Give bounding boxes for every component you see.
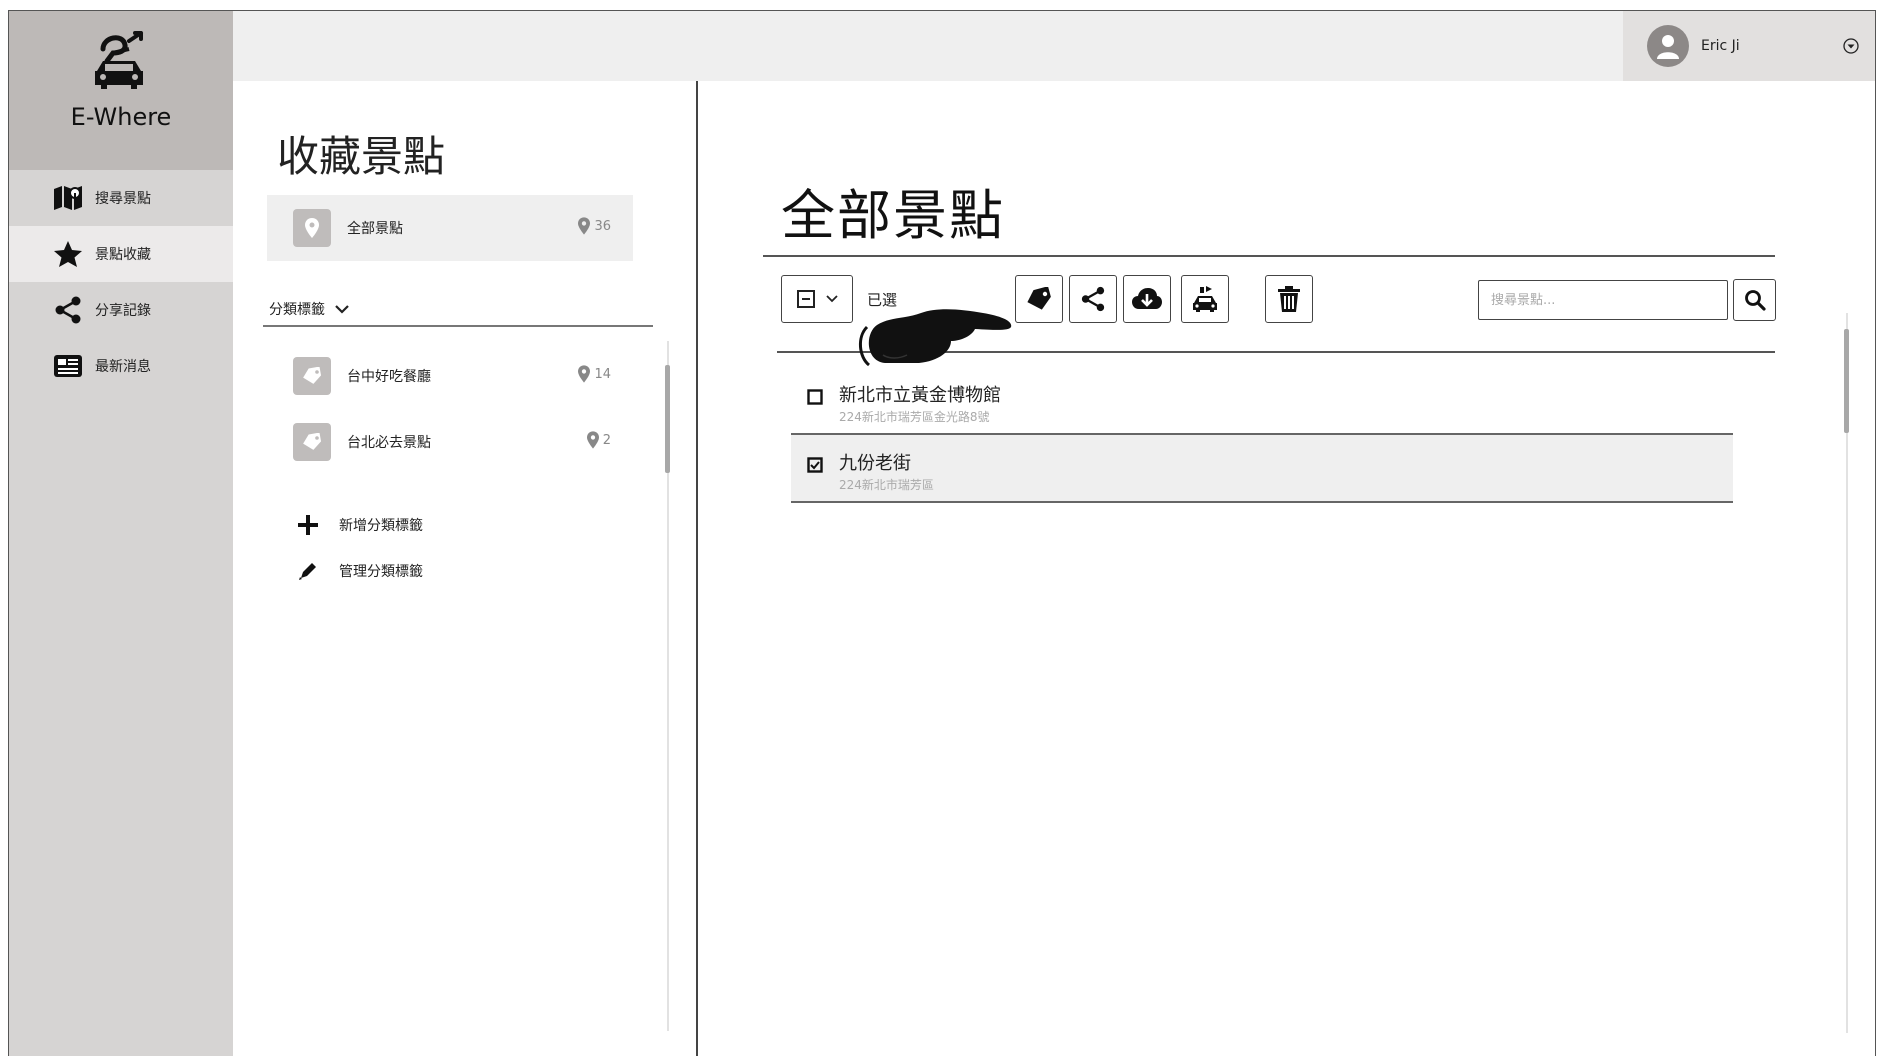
sidebar-item-label: 分享記錄	[95, 303, 151, 319]
map-icon	[53, 183, 83, 213]
car-pin-logo-icon	[95, 31, 143, 89]
category-item[interactable]: 台北必去景點 2	[267, 409, 633, 475]
pin-icon	[578, 217, 591, 235]
app-window: E-Where 搜尋景點 景點收藏 分享記錄 最新消息 Eric Ji 收藏景點…	[8, 10, 1876, 1056]
all-attractions-count: 36	[578, 217, 611, 235]
pointing-hand-cursor-icon	[859, 309, 1012, 367]
category-count: 14	[578, 365, 611, 383]
share-button[interactable]	[1069, 275, 1117, 323]
sidebar-nav: 搜尋景點 景點收藏 分享記錄 最新消息	[9, 170, 233, 394]
add-category-label: 新增分類標籤	[339, 518, 423, 534]
sidebar-item-news[interactable]: 最新消息	[9, 338, 233, 394]
chevron-down-icon	[335, 305, 349, 314]
list-item[interactable]: 九份老街 224新北市瑞芳區	[791, 435, 1733, 503]
pencil-icon	[299, 563, 316, 580]
checkbox-checked[interactable]	[807, 457, 823, 473]
search-button[interactable]	[1733, 279, 1776, 321]
all-attractions-label: 全部景點	[347, 221, 403, 237]
sidebar-item-favorites[interactable]: 景點收藏	[9, 226, 233, 282]
attraction-address: 224新北市瑞芳區金光路8號	[839, 410, 990, 424]
partial-checkbox-icon	[797, 290, 815, 308]
attraction-address: 224新北市瑞芳區	[839, 478, 934, 492]
panel-divider	[696, 81, 698, 1056]
user-icon	[1647, 25, 1689, 67]
cloud-download-icon	[1132, 288, 1162, 309]
collections-scrollbar-thumb[interactable]	[665, 365, 670, 473]
tag-icon	[1027, 287, 1051, 310]
chevron-down-icon	[826, 295, 838, 303]
pin-badge-icon	[293, 209, 331, 247]
list-item[interactable]: 新北市立黃金博物館 224新北市瑞芳區金光路8號	[791, 367, 1733, 435]
search-input[interactable]	[1478, 280, 1728, 320]
category-divider	[263, 325, 653, 327]
category-label: 台北必去景點	[347, 435, 431, 451]
pin-icon	[578, 365, 591, 383]
tag-icon	[293, 357, 331, 395]
user-name: Eric Ji	[1701, 38, 1740, 54]
title-divider	[763, 255, 1775, 257]
sidebar: E-Where 搜尋景點 景點收藏 分享記錄 最新消息	[9, 11, 233, 1056]
attraction-scrollbar-thumb[interactable]	[1844, 329, 1849, 433]
select-dropdown[interactable]	[781, 275, 853, 323]
count-value: 36	[594, 218, 611, 234]
download-button[interactable]	[1123, 275, 1171, 323]
all-attractions-item[interactable]: 全部景點 36	[267, 195, 633, 261]
sidebar-item-label: 搜尋景點	[95, 191, 151, 207]
search-icon	[1744, 290, 1766, 311]
category-item[interactable]: 台中好吃餐廳 14	[267, 343, 633, 409]
trash-icon	[1278, 286, 1300, 312]
sidebar-item-share[interactable]: 分享記錄	[9, 282, 233, 338]
manage-category-label: 管理分類標籤	[339, 564, 423, 580]
sidebar-item-label: 景點收藏	[95, 247, 151, 263]
user-menu[interactable]: Eric Ji	[1623, 11, 1875, 81]
logo-area: E-Where	[9, 11, 233, 170]
route-button[interactable]	[1181, 275, 1229, 323]
delete-button[interactable]	[1265, 275, 1313, 323]
star-icon	[53, 239, 83, 269]
category-label: 台中好吃餐廳	[347, 369, 431, 385]
newspaper-icon	[53, 351, 83, 381]
collections-title: 收藏景點	[277, 132, 446, 181]
plus-icon	[298, 515, 318, 535]
pin-icon	[586, 431, 599, 449]
share-icon	[53, 295, 83, 325]
share-icon	[1081, 286, 1105, 312]
sidebar-item-label: 最新消息	[95, 359, 151, 375]
page-title: 全部景點	[781, 184, 1005, 247]
category-header-label: 分類標籤	[269, 302, 325, 318]
tag-icon	[293, 423, 331, 461]
category-count: 2	[586, 431, 611, 449]
caret-down-circle-icon[interactable]	[1843, 38, 1859, 54]
car-icon	[1193, 286, 1217, 312]
app-name: E-Where	[70, 103, 172, 131]
checkbox-unchecked[interactable]	[807, 389, 823, 405]
count-value: 2	[602, 432, 611, 448]
manage-category-button[interactable]: 管理分類標籤	[297, 553, 423, 589]
attraction-list: 新北市立黃金博物館 224新北市瑞芳區金光路8號 九份老街 224新北市瑞芳區	[791, 367, 1733, 503]
sidebar-item-search[interactable]: 搜尋景點	[9, 170, 233, 226]
attraction-name: 九份老街	[839, 453, 911, 474]
count-value: 14	[594, 366, 611, 382]
category-header[interactable]: 分類標籤	[269, 299, 349, 319]
top-bar: Eric Ji	[233, 11, 1875, 81]
add-category-button[interactable]: 新增分類標籤	[297, 507, 423, 543]
category-list: 台中好吃餐廳 14 台北必去景點 2	[267, 343, 633, 475]
attraction-name: 新北市立黃金博物館	[839, 385, 1001, 406]
